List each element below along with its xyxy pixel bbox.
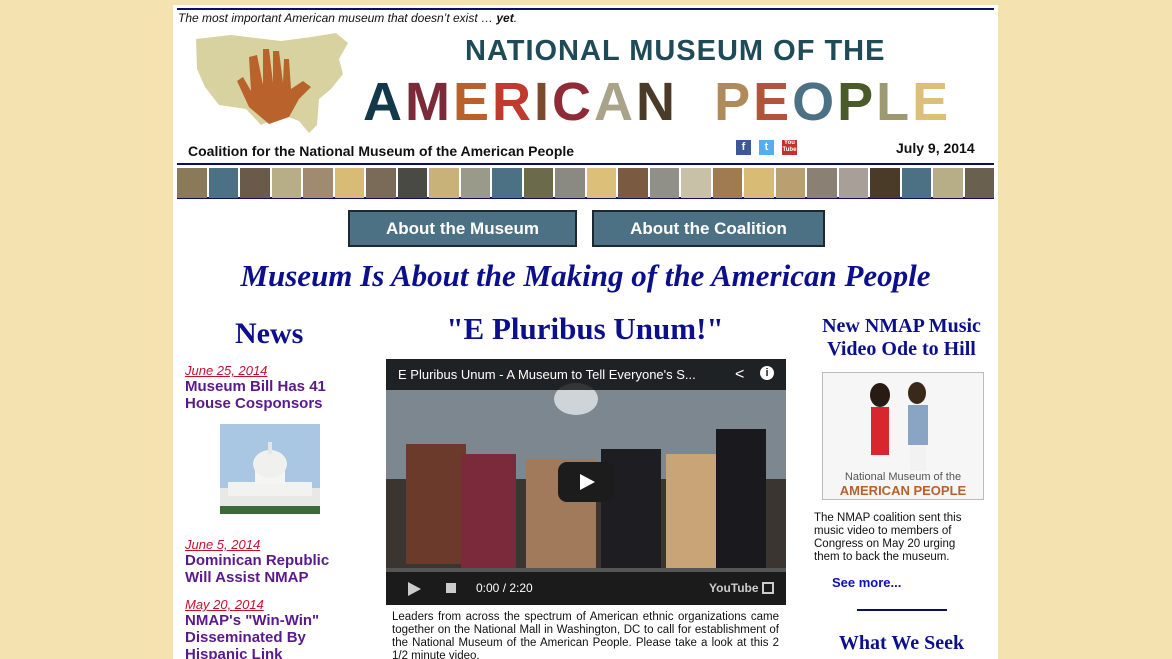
news-date-link[interactable]: June 5, 2014 xyxy=(185,537,260,552)
title-letter: P xyxy=(714,72,754,132)
portrait xyxy=(586,168,616,198)
portrait xyxy=(870,168,900,198)
portrait xyxy=(681,168,711,198)
capitol-image xyxy=(220,424,320,514)
share-icon[interactable]: < xyxy=(735,366,744,384)
youtube-logo-icon[interactable]: YouTube xyxy=(709,581,759,595)
title-letter: P xyxy=(837,72,877,132)
news-title-link[interactable]: Museum Bill Has 41 House Cosponsors xyxy=(185,378,355,412)
tagline: The most important American museum that … xyxy=(178,11,518,25)
portrait xyxy=(618,168,648,198)
portrait xyxy=(901,168,931,198)
fullscreen-icon[interactable] xyxy=(762,582,774,594)
right-divider xyxy=(857,609,947,611)
site-title-line2: AMERICAN PEOPLE xyxy=(363,71,951,133)
play-button[interactable] xyxy=(558,462,615,502)
portrait-strip xyxy=(177,163,994,199)
us-map-hand-logo xyxy=(196,33,348,133)
news-date-link[interactable]: June 25, 2014 xyxy=(185,363,267,378)
video-heading: "E Pluribus Unum!" xyxy=(446,311,724,346)
portrait xyxy=(397,168,427,198)
news-title-link[interactable]: Dominican Republic Will Assist NMAP xyxy=(185,552,355,586)
portrait xyxy=(271,168,301,198)
portrait xyxy=(492,168,522,198)
play-icon[interactable] xyxy=(408,582,421,596)
page-headline: Museum Is About the Making of the Americ… xyxy=(240,258,931,293)
portrait xyxy=(807,168,837,198)
coalition-label: Coalition for the National Museum of the… xyxy=(188,143,575,159)
see-more-link[interactable]: See more... xyxy=(832,575,901,590)
portrait xyxy=(775,168,805,198)
portrait xyxy=(964,168,994,198)
video-controls: 0:00 / 2:20 YouTube xyxy=(386,572,786,605)
info-icon[interactable]: i xyxy=(760,366,774,380)
portrait xyxy=(523,168,553,198)
thumbnail-line1: National Museum of the xyxy=(844,471,962,483)
site-title-line1: NATIONAL MUSEUM OF THE xyxy=(465,35,886,67)
portrait xyxy=(366,168,396,198)
title-letter: E xyxy=(912,72,952,132)
portrait xyxy=(555,168,585,198)
title-letter: E xyxy=(753,72,793,132)
video-caption: Leaders from across the spectrum of Amer… xyxy=(392,611,779,659)
portrait xyxy=(649,168,679,198)
portrait xyxy=(303,168,333,198)
portrait xyxy=(744,168,774,198)
facebook-icon[interactable]: f xyxy=(736,140,751,155)
title-letter: E xyxy=(452,72,493,132)
title-letter: N xyxy=(636,72,679,132)
portrait xyxy=(208,168,238,198)
portrait xyxy=(712,168,742,198)
news-heading: News xyxy=(235,317,304,350)
volume-icon[interactable] xyxy=(446,583,456,593)
thumbnail-line2: AMERICAN PEOPLE xyxy=(839,483,967,498)
music-video-thumbnail[interactable]: National Museum of the AMERICAN PEOPLE xyxy=(822,372,984,500)
news-title-link[interactable]: NMAP's "Win-Win" Disseminated By Hispani… xyxy=(185,612,355,659)
twitter-icon[interactable]: t xyxy=(759,140,774,155)
title-letter: A xyxy=(363,72,405,132)
video-time: 0:00 / 2:20 xyxy=(476,581,533,595)
youtube-icon[interactable]: You Tube xyxy=(782,140,797,155)
title-letter: C xyxy=(552,72,595,132)
portrait xyxy=(240,168,270,198)
top-rule xyxy=(177,8,994,10)
video-player[interactable]: E Pluribus Unum - A Museum to Tell Every… xyxy=(386,359,786,605)
news-date-link[interactable]: May 20, 2014 xyxy=(185,597,264,612)
title-letter: O xyxy=(792,72,838,132)
social-links: f t You Tube xyxy=(736,140,797,155)
portrait xyxy=(460,168,490,198)
title-letter xyxy=(696,71,714,133)
what-we-seek-heading: What We Seek xyxy=(838,632,965,654)
music-video-description: The NMAP coalition sent this music video… xyxy=(814,512,962,563)
portrait xyxy=(933,168,963,198)
video-title[interactable]: E Pluribus Unum - A Museum to Tell Every… xyxy=(386,359,786,390)
portrait xyxy=(429,168,459,198)
title-letter: L xyxy=(876,72,913,132)
title-letter: A xyxy=(594,72,637,132)
portrait xyxy=(177,168,207,198)
portrait xyxy=(334,168,364,198)
title-letter xyxy=(678,71,696,133)
current-date: July 9, 2014 xyxy=(896,140,975,156)
portrait xyxy=(838,168,868,198)
page: The most important American museum that … xyxy=(173,5,998,659)
music-video-heading: New NMAP Music Video Ode to Hill xyxy=(822,315,981,360)
title-letter: M xyxy=(405,72,453,132)
about-museum-button[interactable]: About the Museum xyxy=(348,210,577,247)
title-letter: R xyxy=(492,72,535,132)
about-coalition-button[interactable]: About the Coalition xyxy=(592,210,825,247)
title-letter: I xyxy=(534,72,553,132)
